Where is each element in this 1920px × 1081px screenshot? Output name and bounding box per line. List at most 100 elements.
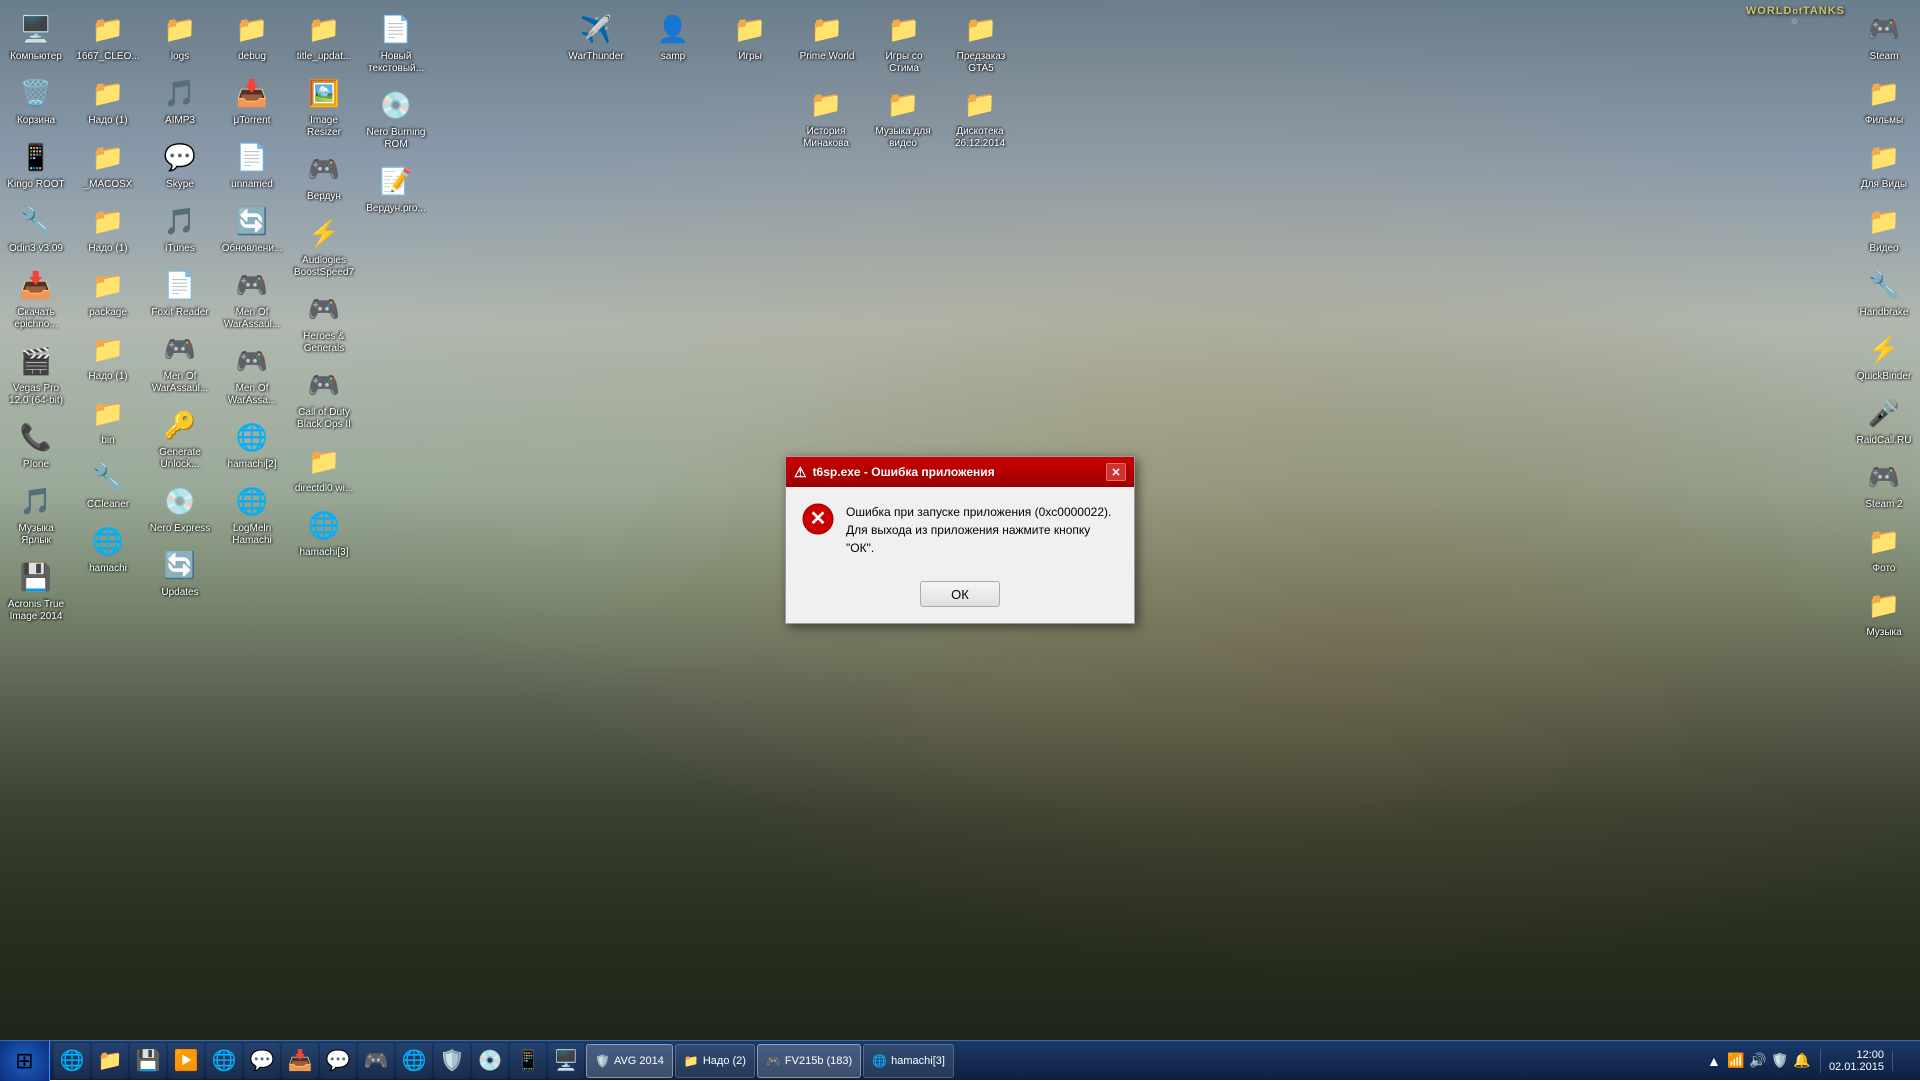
icon-skype[interactable]: 💬 Skype (144, 133, 216, 195)
icon-debug[interactable]: 📁 debug (216, 5, 288, 67)
icon-nado1[interactable]: 📁 Надо (1) (72, 69, 144, 131)
icon-nado2[interactable]: 📁 Надо (1) (72, 197, 144, 259)
icon-foxit[interactable]: 📄 Foxit Reader (144, 261, 216, 323)
icon-heroes[interactable]: 🎮 Heroes & Generals (288, 285, 360, 359)
icon-muzyka-video[interactable]: 📁 Музыка для видео (867, 80, 939, 154)
tray-network-icon[interactable]: 📶 (1726, 1051, 1746, 1071)
icon-computer[interactable]: 🖥️ Компьютер (0, 5, 72, 67)
icon-prime-world[interactable]: 📁 Prime World (791, 5, 863, 79)
video-label: Видео (1869, 243, 1898, 255)
taskbar-media-icon[interactable]: ▶️ (168, 1043, 204, 1079)
dialog-error-title-icon: ⚠ (794, 464, 807, 481)
taskbar-steam-icon[interactable]: 🎮 (358, 1043, 394, 1079)
icon-kingo[interactable]: 📱 Kingo ROOT (0, 133, 72, 195)
icon-aimp[interactable]: 🎵 AIMP3 (144, 69, 216, 131)
icon-odin[interactable]: 🔧 Odin3 v3.09 (0, 197, 72, 259)
icon-men-of-war2[interactable]: 🎮 Men Of WarAssaul... (216, 261, 288, 335)
icon-men-of-war3[interactable]: 🎮 Men Of WarAssa... (216, 337, 288, 411)
men-of-war2-label: Men Of WarAssaul... (220, 307, 284, 331)
taskbar-skype-icon[interactable]: 💬 (244, 1043, 280, 1079)
taskbar-avg-app[interactable]: 🛡️ AVG 2014 (586, 1044, 673, 1078)
show-desktop-button[interactable] (1892, 1051, 1912, 1071)
taskbar-explorer-icon[interactable]: 📁 (92, 1043, 128, 1079)
icon-unnamed[interactable]: 📄 unnamed (216, 133, 288, 195)
icon-verdun-pro[interactable]: 📝 Вердун.pro... (360, 157, 432, 219)
taskbar-chrome-icon[interactable]: 🌐 (206, 1043, 242, 1079)
taskbar-app2-icon[interactable]: 🖥️ (548, 1043, 584, 1079)
icon-logmein[interactable]: 🌐 LogMeln Hamachi (216, 477, 288, 551)
icon-handbrake[interactable]: 🔧 Handbrake (1848, 261, 1920, 323)
taskbar-nado2-app[interactable]: 📁 Надо (2) (675, 1044, 755, 1078)
icon-steam2[interactable]: 🎮 Steam 2 (1848, 453, 1920, 515)
tray-volume-icon[interactable]: 🔊 (1748, 1051, 1768, 1071)
icon-skachat[interactable]: 📥 Скачать epichno... (0, 261, 72, 335)
dialog-close-button[interactable]: ✕ (1106, 463, 1126, 481)
icon-quickbinder[interactable]: ⚡ QuickBinder (1848, 325, 1920, 387)
icon-image-resizer[interactable]: 🖼️ Image Resizer (288, 69, 360, 143)
taskbar-spyware-icon[interactable]: 🛡️ (434, 1043, 470, 1079)
icon-title-update[interactable]: 📁 title_updat... (288, 5, 360, 67)
taskbar-utorrent-icon[interactable]: 📥 (282, 1043, 318, 1079)
taskbar-fv215b-icon: 🎮 (766, 1054, 781, 1068)
icon-hamachi2[interactable]: 🌐 hamachi[2] (216, 413, 288, 475)
icon-video[interactable]: 📁 Видео (1848, 197, 1920, 259)
dialog-ok-button[interactable]: ОК (920, 581, 1000, 607)
icon-ccleaner[interactable]: 🔧 CCleaner (72, 453, 144, 515)
tray-security-icon[interactable]: 🛡️ (1770, 1051, 1790, 1071)
diskoteka-icon: 📁 (960, 84, 1000, 124)
icon-logs[interactable]: 📁 logs (144, 5, 216, 67)
icon-new-text[interactable]: 📄 Новый текстовый... (360, 5, 432, 79)
icon-verdun[interactable]: 🎮 Вердун (288, 145, 360, 207)
tray-arrow-icon[interactable]: ▲ (1704, 1051, 1724, 1071)
icon-igry-stima[interactable]: 📁 Игры со Стима (868, 5, 940, 79)
icon-obnovl[interactable]: 🔄 Обновлени... (216, 197, 288, 259)
icon-raidcall[interactable]: 🎤 RaidCall.RU (1848, 389, 1920, 451)
icon-hamachi3[interactable]: 🌐 hamachi[3] (288, 501, 360, 563)
icon-folder-cleo[interactable]: 📁 1667_CLEO... (72, 5, 144, 67)
icon-nado3[interactable]: 📁 Надо (1) (72, 325, 144, 387)
icon-hamachi[interactable]: 🌐 hamachi (72, 517, 144, 579)
icon-recycle[interactable]: 🗑️ Корзина (0, 69, 72, 131)
taskbar-fv215b-app[interactable]: 🎮 FV215b (183) (757, 1044, 861, 1078)
icon-nero-express[interactable]: 💿 Nero Express (144, 477, 216, 539)
icon-men-of-war1[interactable]: 🎮 Men Of WarAssaul... (144, 325, 216, 399)
icon-acronis[interactable]: 💾 Acronis True Image 2014 (0, 553, 72, 627)
taskbar-ie-icon[interactable]: 🌐 (54, 1043, 90, 1079)
icon-audlogies[interactable]: ⚡ Audlogies BoostSpeed7 (288, 209, 360, 283)
icon-bin[interactable]: 📁 bin (72, 389, 144, 451)
icon-pione[interactable]: 📞 PIone (0, 413, 72, 475)
icon-foto[interactable]: 📁 Фото (1848, 517, 1920, 579)
icon-warthunder[interactable]: ✈️ WarThunder (560, 5, 632, 79)
taskbar-chrome2-icon[interactable]: 🌐 (396, 1043, 432, 1079)
icon-filmy[interactable]: 📁 Фильмы (1848, 69, 1920, 131)
tray-update-icon[interactable]: 🔔 (1792, 1051, 1812, 1071)
icon-utorrent[interactable]: 📥 μTorrent (216, 69, 288, 131)
icon-updates[interactable]: 🔄 Updates (144, 541, 216, 603)
icon-predsakaz[interactable]: 📁 Предзаказ GTA5 (945, 5, 1017, 79)
icon-generate[interactable]: 🔑 Generate Unlock... (144, 401, 216, 475)
clock[interactable]: 12:00 02.01.2015 (1820, 1049, 1884, 1073)
icon-macosx[interactable]: 📁 _MACOSX (72, 133, 144, 195)
taskbar-acronis-tb-icon[interactable]: 💾 (130, 1043, 166, 1079)
icon-samp[interactable]: 👤 samp (637, 5, 709, 79)
icon-istoriya[interactable]: 📁 История Минакова (790, 80, 862, 154)
icon-muzyka[interactable]: 🎵 Музыка Ярлык (0, 477, 72, 551)
icon-muzyka-right[interactable]: 📁 Музыка (1848, 581, 1920, 643)
recycle-label: Корзина (17, 115, 55, 127)
icon-directdl[interactable]: 📁 directdl0 wi... (288, 437, 360, 499)
utorrent-desk-icon: 📥 (232, 73, 272, 113)
icon-package[interactable]: 📁 package (72, 261, 144, 323)
icon-cod-bo2[interactable]: 🎮 Call of Duty Black Ops II (288, 361, 360, 435)
icon-steam[interactable]: 🎮 Steam (1848, 5, 1920, 67)
icon-vegas[interactable]: 🎬 Vegas Pro 12.0 (64-bit) (0, 337, 72, 411)
icon-nero-burning[interactable]: 💿 Nero Burning ROM (360, 81, 432, 155)
taskbar-daemon-icon[interactable]: 💿 (472, 1043, 508, 1079)
icon-itunes[interactable]: 🎵 iTunes (144, 197, 216, 259)
icon-diskoteka[interactable]: 📁 Дискотека 26.12.2014 (944, 80, 1016, 154)
taskbar-skype2-icon[interactable]: 💬 (320, 1043, 356, 1079)
taskbar-app1-icon[interactable]: 📱 (510, 1043, 546, 1079)
icon-igry[interactable]: 📁 Игры (714, 5, 786, 79)
taskbar-hamachi3-app[interactable]: 🌐 hamachi[3] (863, 1044, 954, 1078)
start-button[interactable]: ⊞ (0, 1041, 50, 1081)
icon-dlya-vidy[interactable]: 📁 Для Виды (1848, 133, 1920, 195)
